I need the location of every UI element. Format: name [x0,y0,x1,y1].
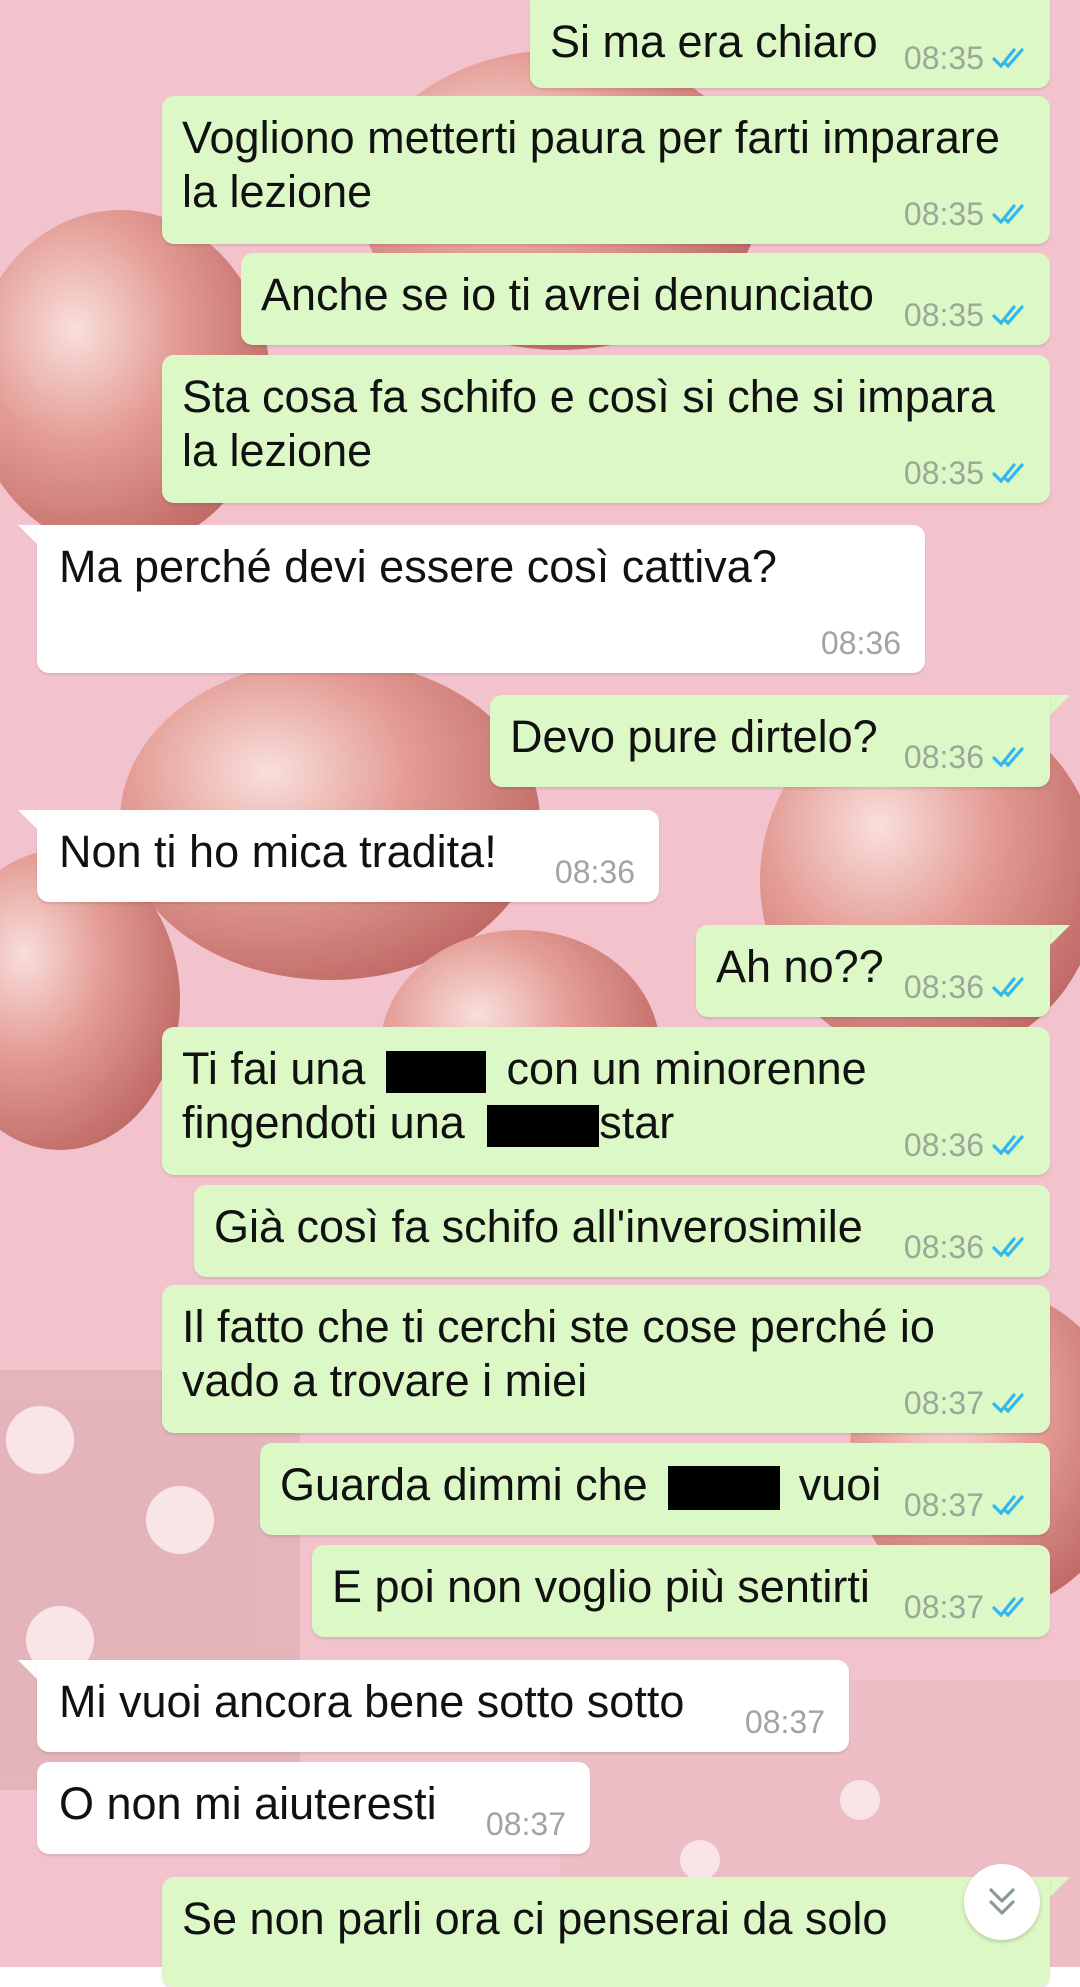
message-text-segment: vuoi [798,1459,882,1510]
message-meta: 08:37 [745,1702,825,1742]
message-text: Già così fa schifo all'inverosimile [214,1201,863,1252]
message-meta: 08:35 [904,194,1032,234]
message-text: Se non parli ora ci penserai da solo [182,1893,888,1944]
message-bubble[interactable]: Devo pure dirtelo? 08:36 [490,695,1050,787]
message-time: 08:35 [903,297,984,333]
message-text-line-1: Ti fai una con un minorenne [182,1041,867,1097]
message-text-line-2: la lezione [182,166,373,217]
message-time: 08:35 [903,455,984,491]
message-bubble[interactable]: O non mi aiuteresti 08:37 [37,1762,590,1854]
redaction-block [385,1051,486,1094]
message-time: 08:36 [554,854,635,890]
message-bubble[interactable]: Già così fa schifo all'inverosimile 08:3… [194,1185,1050,1277]
message-meta: 08:37 [486,1804,566,1844]
double-check-icon [992,305,1024,326]
message-text-line-1: Sta cosa fa schifo e così si che si impa… [182,371,995,422]
message-text: Guarda dimmi che vuoi [280,1457,881,1513]
message-meta: 08:36 [904,737,1032,777]
double-check-icon [992,1393,1024,1414]
double-check-icon [992,1495,1024,1516]
message-text: Mi vuoi ancora bene sotto sotto [59,1676,685,1727]
redaction-block [668,1466,781,1511]
message-text: E poi non voglio più sentirti [332,1561,870,1612]
message-text: Devo pure dirtelo? [510,711,878,762]
message-bubble[interactable]: Il fatto che ti cerchi ste cose perché i… [162,1285,1050,1433]
double-check-icon [992,747,1024,768]
message-meta: 08:35 [904,453,1032,493]
message-bubble[interactable]: Ah no?? 08:36 [696,925,1050,1017]
message-time: 08:36 [903,1229,984,1265]
message-time: 08:36 [903,1127,984,1163]
message-meta: 08:35 [904,295,1032,335]
double-check-icon [992,463,1024,484]
message-text: Anche se io ti avrei denunciato [261,269,874,320]
message-meta: 08:37 [904,1383,1032,1423]
message-time: 08:36 [820,625,901,661]
message-meta: 08:36 [555,852,635,892]
message-time: 08:35 [903,196,984,232]
chevron-double-down-icon [989,1888,1015,1915]
message-bubble[interactable]: Anche se io ti avrei denunciato 08:35 [241,253,1050,345]
message-time: 08:37 [903,1385,984,1421]
double-check-icon [992,204,1024,225]
message-text-line-2: vado a trovare i miei [182,1355,588,1406]
message-time: 08:36 [903,739,984,775]
message-time: 08:37 [903,1487,984,1523]
message-meta: 08:35 [904,38,1032,78]
message-text-segment: star [599,1097,675,1148]
message-meta: 08:37 [904,1485,1032,1525]
message-bubble[interactable]: Guarda dimmi che vuoi 08:37 [260,1443,1050,1535]
message-text: O non mi aiuteresti [59,1778,437,1829]
message-text: Si ma era chiaro [550,16,878,67]
message-bubble[interactable]: Non ti ho mica tradita! 08:36 [37,810,659,902]
message-meta: 08:36 [904,1227,1032,1267]
message-bubble[interactable]: Ti fai una con un minorenne fingendoti u… [162,1027,1050,1175]
message-text: Ah no?? [716,941,884,992]
message-time: 08:37 [744,1704,825,1740]
message-time: 08:37 [903,1589,984,1625]
scroll-to-bottom-button[interactable] [964,1864,1040,1940]
message-meta: 08:36 [904,1125,1032,1165]
message-bubble[interactable]: Mi vuoi ancora bene sotto sotto 08:37 [37,1660,849,1752]
message-meta: 08:37 [904,1587,1032,1627]
message-bubble[interactable]: Vogliono metterti paura per farti impara… [162,96,1050,244]
message-text-line-2: la lezione [182,425,373,476]
message-bubble[interactable]: Si ma era chiaro 08:35 [530,0,1050,88]
message-time: 08:36 [903,969,984,1005]
double-check-icon [992,1135,1024,1156]
message-time: 08:37 [485,1806,566,1842]
message-text-segment: fingendoti una [182,1097,465,1148]
redaction-block [487,1105,600,1148]
message-text: Non ti ho mica tradita! [59,826,497,877]
message-list: Si ma era chiaro 08:35 Vogliono metterti… [0,0,1080,1987]
message-meta: 08:36 [821,623,901,663]
double-check-icon [992,48,1024,69]
message-meta: 08:36 [904,967,1032,1007]
message-bubble[interactable]: Sta cosa fa schifo e così si che si impa… [162,355,1050,503]
message-text-line-1: Vogliono metterti paura per farti impara… [182,112,1000,163]
double-check-icon [992,1237,1024,1258]
message-bubble[interactable]: Ma perché devi essere così cattiva? 08:3… [37,525,925,673]
message-text-line-2: fingendoti una star [182,1095,674,1151]
message-text-segment: Guarda dimmi che [280,1459,648,1510]
message-bubble[interactable]: Se non parli ora ci penserai da solo [162,1877,1050,1987]
message-text: Ma perché devi essere così cattiva? [59,541,777,592]
message-text-line-1: Il fatto che ti cerchi ste cose perché i… [182,1301,935,1352]
message-text-segment: Ti fai una [182,1043,366,1094]
message-text-segment: con un minorenne [506,1043,867,1094]
double-check-icon [992,1597,1024,1618]
message-time: 08:35 [903,40,984,76]
double-check-icon [992,977,1024,998]
message-bubble[interactable]: E poi non voglio più sentirti 08:37 [312,1545,1050,1637]
